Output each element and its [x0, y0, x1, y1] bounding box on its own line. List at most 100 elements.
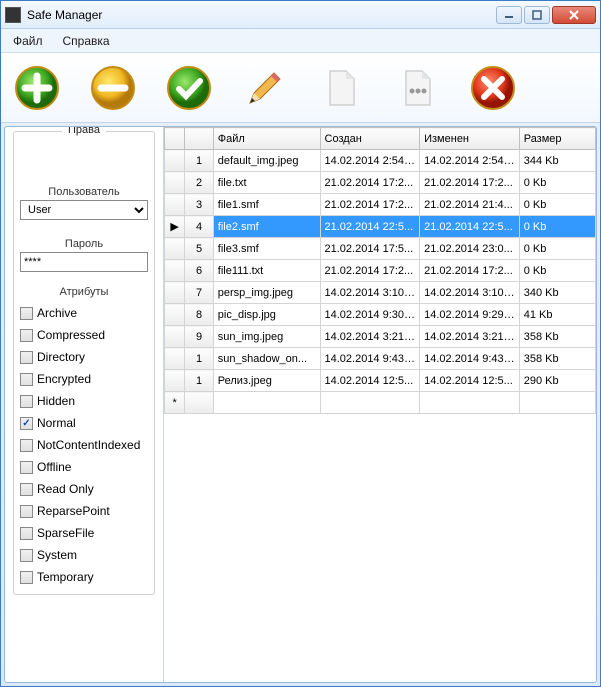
titlebar[interactable]: Safe Manager	[1, 1, 600, 29]
attr-checkbox[interactable]	[20, 439, 33, 452]
cell-created[interactable]: 21.02.2014 17:2...	[320, 172, 420, 194]
cell-created[interactable]: 21.02.2014 17:2...	[320, 260, 420, 282]
cell-file[interactable]: file.txt	[213, 172, 320, 194]
attr-checkbox[interactable]	[20, 483, 33, 496]
attr-checkbox[interactable]	[20, 527, 33, 540]
col-size[interactable]: Размер	[519, 128, 595, 150]
file-grid[interactable]: Файл Создан Изменен Размер 1default_img.…	[164, 127, 596, 414]
cell-file[interactable]: persp_img.jpeg	[213, 282, 320, 304]
table-row[interactable]: 5file3.smf21.02.2014 17:5...21.02.2014 2…	[165, 238, 596, 260]
minimize-button[interactable]	[496, 6, 522, 24]
attr-checkbox[interactable]	[20, 571, 33, 584]
table-row[interactable]: *	[165, 392, 596, 414]
cell-file[interactable]: file2.smf	[213, 216, 320, 238]
user-select[interactable]: User	[20, 200, 148, 220]
cell-file[interactable]: file3.smf	[213, 238, 320, 260]
col-file[interactable]: Файл	[213, 128, 320, 150]
col-marker[interactable]	[165, 128, 185, 150]
props-button[interactable]	[393, 64, 441, 112]
cell-created[interactable]: 14.02.2014 3:10:...	[320, 282, 420, 304]
attr-checkbox[interactable]	[20, 373, 33, 386]
attr-row-read only[interactable]: Read Only	[20, 478, 148, 500]
table-row[interactable]: ▶4file2.smf21.02.2014 22:5...21.02.2014 …	[165, 216, 596, 238]
attr-checkbox[interactable]	[20, 395, 33, 408]
cell-modified[interactable]: 14.02.2014 9:29:...	[420, 304, 520, 326]
cell-size[interactable]	[519, 392, 595, 414]
attr-row-normal[interactable]: Normal	[20, 412, 148, 434]
cell-size[interactable]: 344 Kb	[519, 150, 595, 172]
cell-modified[interactable]	[420, 392, 520, 414]
cell-created[interactable]: 14.02.2014 9:30:...	[320, 304, 420, 326]
attr-row-reparsepoint[interactable]: ReparsePoint	[20, 500, 148, 522]
close-button[interactable]	[552, 6, 596, 24]
add-button[interactable]	[13, 64, 61, 112]
cell-modified[interactable]: 21.02.2014 17:2...	[420, 172, 520, 194]
menu-file[interactable]: Файл	[9, 32, 47, 50]
cell-created[interactable]: 14.02.2014 12:5...	[320, 370, 420, 392]
cell-created[interactable]: 21.02.2014 17:5...	[320, 238, 420, 260]
cell-size[interactable]: 0 Kb	[519, 216, 595, 238]
cell-size[interactable]: 41 Kb	[519, 304, 595, 326]
maximize-button[interactable]	[524, 6, 550, 24]
col-created[interactable]: Создан	[320, 128, 420, 150]
cell-file[interactable]	[213, 392, 320, 414]
cell-size[interactable]: 0 Kb	[519, 260, 595, 282]
attr-row-compressed[interactable]: Compressed	[20, 324, 148, 346]
table-row[interactable]: 1Релиз.jpeg14.02.2014 12:5...14.02.2014 …	[165, 370, 596, 392]
table-row[interactable]: 1sun_shadow_on...14.02.2014 9:43:...14.0…	[165, 348, 596, 370]
cell-size[interactable]: 0 Kb	[519, 238, 595, 260]
table-row[interactable]: 8pic_disp.jpg14.02.2014 9:30:...14.02.20…	[165, 304, 596, 326]
attr-checkbox[interactable]	[20, 307, 33, 320]
cell-file[interactable]: default_img.jpeg	[213, 150, 320, 172]
table-row[interactable]: 1default_img.jpeg14.02.2014 2:54:...14.0…	[165, 150, 596, 172]
attr-row-temporary[interactable]: Temporary	[20, 566, 148, 588]
cell-modified[interactable]: 14.02.2014 3:10:...	[420, 282, 520, 304]
edit-button[interactable]	[241, 64, 289, 112]
cell-modified[interactable]: 14.02.2014 12:5...	[420, 370, 520, 392]
remove-button[interactable]	[89, 64, 137, 112]
cell-size[interactable]: 0 Kb	[519, 194, 595, 216]
col-rownum[interactable]	[185, 128, 213, 150]
table-row[interactable]: 3file1.smf21.02.2014 17:2...21.02.2014 2…	[165, 194, 596, 216]
cell-file[interactable]: file1.smf	[213, 194, 320, 216]
cell-size[interactable]: 340 Kb	[519, 282, 595, 304]
col-modified[interactable]: Изменен	[420, 128, 520, 150]
table-row[interactable]: 9sun_img.jpeg14.02.2014 3:21:...14.02.20…	[165, 326, 596, 348]
attr-checkbox[interactable]	[20, 549, 33, 562]
cell-file[interactable]: pic_disp.jpg	[213, 304, 320, 326]
cell-created[interactable]: 14.02.2014 9:43:...	[320, 348, 420, 370]
cell-modified[interactable]: 14.02.2014 9:43:...	[420, 348, 520, 370]
cell-created[interactable]: 21.02.2014 17:2...	[320, 194, 420, 216]
cell-size[interactable]: 358 Kb	[519, 348, 595, 370]
attr-row-hidden[interactable]: Hidden	[20, 390, 148, 412]
cell-modified[interactable]: 21.02.2014 21:4...	[420, 194, 520, 216]
attr-row-system[interactable]: System	[20, 544, 148, 566]
attr-row-offline[interactable]: Offline	[20, 456, 148, 478]
attr-checkbox[interactable]	[20, 417, 33, 430]
cell-size[interactable]: 358 Kb	[519, 326, 595, 348]
table-row[interactable]: 2file.txt21.02.2014 17:2...21.02.2014 17…	[165, 172, 596, 194]
new-doc-button[interactable]	[317, 64, 365, 112]
cell-size[interactable]: 0 Kb	[519, 172, 595, 194]
cell-created[interactable]: 21.02.2014 22:5...	[320, 216, 420, 238]
cell-created[interactable]	[320, 392, 420, 414]
table-row[interactable]: 7persp_img.jpeg14.02.2014 3:10:...14.02.…	[165, 282, 596, 304]
cell-size[interactable]: 290 Kb	[519, 370, 595, 392]
attr-row-archive[interactable]: Archive	[20, 302, 148, 324]
cell-file[interactable]: file111.txt	[213, 260, 320, 282]
cell-modified[interactable]: 14.02.2014 3:21:...	[420, 326, 520, 348]
cell-modified[interactable]: 21.02.2014 17:2...	[420, 260, 520, 282]
cell-created[interactable]: 14.02.2014 3:21:...	[320, 326, 420, 348]
apply-button[interactable]	[165, 64, 213, 112]
attr-row-encrypted[interactable]: Encrypted	[20, 368, 148, 390]
cell-created[interactable]: 14.02.2014 2:54:...	[320, 150, 420, 172]
attr-checkbox[interactable]	[20, 505, 33, 518]
menu-help[interactable]: Справка	[59, 32, 114, 50]
cancel-button[interactable]	[469, 64, 517, 112]
attr-checkbox[interactable]	[20, 351, 33, 364]
cell-file[interactable]: sun_img.jpeg	[213, 326, 320, 348]
attr-checkbox[interactable]	[20, 461, 33, 474]
cell-modified[interactable]: 14.02.2014 2:54:...	[420, 150, 520, 172]
cell-modified[interactable]: 21.02.2014 22:5...	[420, 216, 520, 238]
cell-file[interactable]: Релиз.jpeg	[213, 370, 320, 392]
